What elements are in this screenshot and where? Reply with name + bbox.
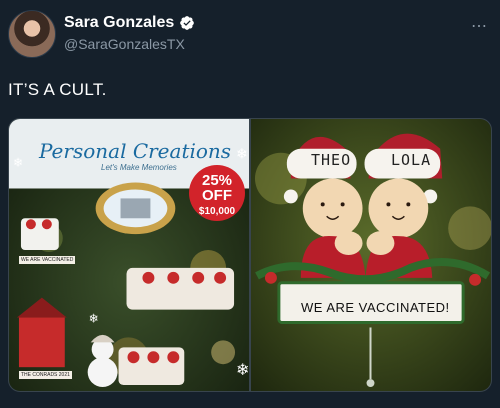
tweet-text: IT’S A CULT. xyxy=(8,80,107,99)
svg-text:❄: ❄ xyxy=(89,312,99,326)
ornament-label-vaccinated: WE ARE VACCINATED xyxy=(19,256,76,264)
catalog-brand: Personal Creations xyxy=(39,139,232,163)
name-tag-right: LOLA xyxy=(391,151,432,169)
more-options-icon[interactable]: ⋯ xyxy=(471,16,488,36)
tweet-header: Sara Gonzales @SaraGonzalesTX ⋯ xyxy=(8,10,492,64)
user-handle[interactable]: @SaraGonzalesTX xyxy=(64,36,185,52)
promo-percent: 25% OFF xyxy=(201,172,233,204)
promo-amount: $10,000 xyxy=(198,206,236,217)
avatar[interactable] xyxy=(8,10,56,58)
display-name[interactable]: Sara Gonzales xyxy=(64,14,174,32)
svg-text:❄: ❄ xyxy=(13,156,23,170)
svg-text:❄: ❄ xyxy=(236,362,249,379)
promo-badge: 25% OFF $10,000 xyxy=(189,165,245,221)
ornament-photo[interactable]: THEO LOLA WE ARE VACCINATED! xyxy=(251,119,491,391)
verified-badge-icon xyxy=(180,16,195,30)
ornament-photo-art xyxy=(251,119,491,391)
catalog-photo[interactable]: ❄ ❄ ❄ ❄ Personal Creations Let's Make Me… xyxy=(9,119,249,391)
svg-text:❄: ❄ xyxy=(236,146,248,162)
name-row: Sara Gonzales xyxy=(64,14,195,32)
ornament-label-family: THE CONRADS 2021 xyxy=(19,371,72,379)
ornament-banner-text: WE ARE VACCINATED! xyxy=(301,300,450,315)
catalog-tagline: Let's Make Memories xyxy=(101,163,177,172)
name-tag-left: THEO xyxy=(311,151,352,169)
tweet-media[interactable]: ❄ ❄ ❄ ❄ Personal Creations Let's Make Me… xyxy=(8,118,492,392)
